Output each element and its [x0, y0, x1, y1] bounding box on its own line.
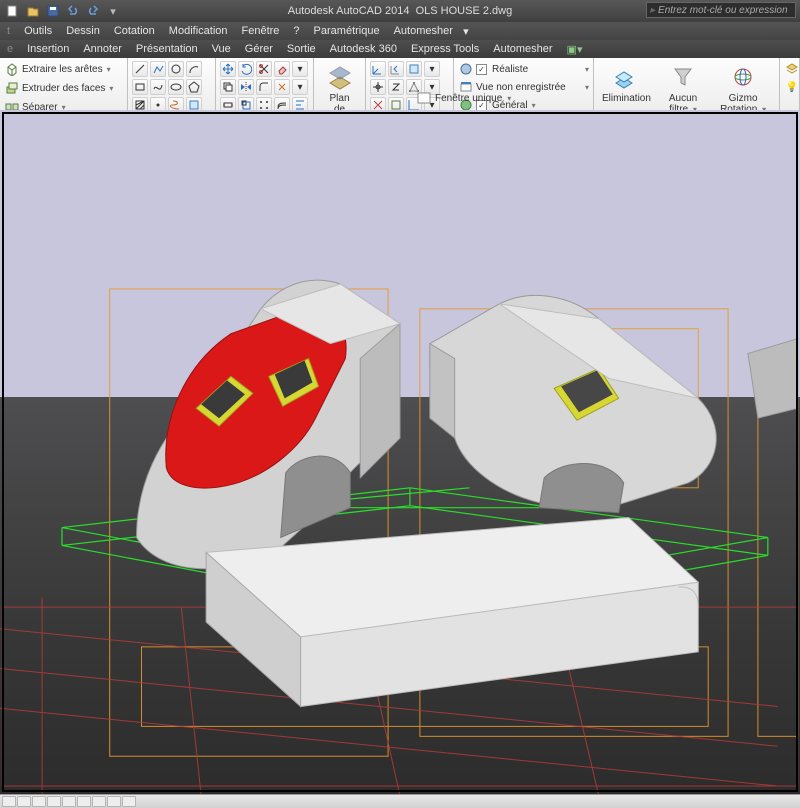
sb-grid-icon[interactable]	[17, 796, 31, 807]
qat-undo-icon[interactable]	[66, 4, 80, 18]
layers-stack-icon	[784, 61, 800, 77]
filter-icon	[669, 63, 697, 91]
line-icon[interactable]	[132, 61, 148, 77]
tab-a360[interactable]: Autodesk 360	[323, 43, 404, 55]
move-icon[interactable]	[220, 61, 236, 77]
extrude-faces-button[interactable]: Extruder des faces ▾	[4, 80, 123, 96]
mirror-icon[interactable]	[238, 79, 254, 95]
realiste-label: Réaliste	[492, 64, 528, 75]
title-bar: ▾ Autodesk AutoCAD 2014 OLS HOUSE 2.dwg …	[0, 0, 800, 22]
elimination-button[interactable]: Elimination	[598, 61, 655, 106]
gizmo-icon	[729, 63, 757, 91]
ribbon-tabs: e Insertion Annoter Présentation Vue Gér…	[0, 40, 800, 58]
qat-redo-icon[interactable]	[86, 4, 100, 18]
tab-gerer[interactable]: Gérer	[238, 43, 280, 55]
arc-icon[interactable]	[186, 61, 202, 77]
lightbulb-icon: 💡	[784, 79, 800, 95]
ellipse-icon[interactable]	[168, 79, 184, 95]
extrude-faces-label: Extruder des faces	[22, 83, 105, 94]
sb-otrack-icon[interactable]	[77, 796, 91, 807]
search-placeholder: Entrez mot-clé ou expression	[658, 5, 788, 16]
menu-help[interactable]: ?	[286, 25, 306, 37]
aucun-filtre-button[interactable]: Aucun filtre ▾	[658, 61, 708, 117]
ucs-world-icon[interactable]	[370, 61, 386, 77]
status-bar	[0, 794, 800, 808]
ucs-prev-icon[interactable]	[388, 61, 404, 77]
copy-icon[interactable]	[220, 79, 236, 95]
menu-parametrique[interactable]: Paramétrique	[307, 25, 387, 37]
trim-icon[interactable]	[256, 61, 272, 77]
section-plane-icon	[326, 63, 354, 91]
sb-ducs-icon[interactable]	[92, 796, 106, 807]
tab-express[interactable]: Express Tools	[404, 43, 486, 55]
tab-annoter[interactable]: Annoter	[76, 43, 129, 55]
menu-cotation[interactable]: Cotation	[107, 25, 162, 37]
extract-edges-button[interactable]: Extraire les arêtes ▾	[4, 61, 123, 77]
elimination-icon	[612, 63, 640, 91]
app-title: Autodesk AutoCAD 2014 OLS HOUSE 2.dwg	[288, 5, 512, 17]
menu-overflow-icon[interactable]: ▾	[460, 25, 472, 38]
tab-insertion[interactable]: Insertion	[20, 43, 76, 55]
sb-osnap-icon[interactable]	[62, 796, 76, 807]
fillet-icon[interactable]	[256, 79, 272, 95]
polygon-icon[interactable]	[186, 79, 202, 95]
qat-save-icon[interactable]	[46, 4, 60, 18]
menu-automesher[interactable]: Automesher	[387, 25, 460, 37]
tab-vue[interactable]: Vue	[205, 43, 238, 55]
tab-sortie[interactable]: Sortie	[280, 43, 323, 55]
qat-open-icon[interactable]	[26, 4, 40, 18]
polyline-icon[interactable]	[150, 61, 166, 77]
more1-icon[interactable]: ▾	[292, 61, 308, 77]
viewport-icon	[416, 90, 432, 106]
cube-edges-icon	[4, 61, 20, 77]
menu-dessin[interactable]: Dessin	[59, 25, 107, 37]
ucs-face-icon[interactable]	[406, 61, 422, 77]
erase-icon[interactable]	[274, 61, 290, 77]
fenetre-unique-dropdown[interactable]: Fenêtre unique▾	[416, 90, 511, 106]
layer-props-row[interactable]: 💡 ☀ 🔓 ▾	[784, 79, 800, 95]
sb-polar-icon[interactable]	[47, 796, 61, 807]
explode-icon[interactable]	[274, 79, 290, 95]
menu-prev[interactable]: t	[0, 25, 17, 37]
model-viewport[interactable]	[0, 110, 800, 794]
extract-edges-label: Extraire les arêtes	[22, 64, 103, 75]
ucs-z-icon[interactable]	[388, 79, 404, 95]
realiste-check[interactable]: ✓	[476, 64, 487, 75]
circle-icon[interactable]	[168, 61, 184, 77]
sb-snap-icon[interactable]	[2, 796, 16, 807]
spline-icon[interactable]	[150, 79, 166, 95]
visual-style-icon[interactable]	[458, 61, 474, 77]
layer-state-dropdown[interactable]: Etat de calque non e	[784, 61, 795, 77]
extrude-icon	[4, 80, 20, 96]
tab-prev[interactable]: e	[0, 43, 20, 55]
menu-bar: t Outils Dessin Cotation Modification Fe…	[0, 22, 800, 40]
search-input[interactable]: ▸ Entrez mot-clé ou expression	[646, 2, 796, 18]
tab-presentation[interactable]: Présentation	[129, 43, 205, 55]
sb-dyn-icon[interactable]	[107, 796, 121, 807]
more2-icon[interactable]: ▾	[292, 79, 308, 95]
rotate-icon[interactable]	[238, 61, 254, 77]
rect-icon[interactable]	[132, 79, 148, 95]
sb-ortho-icon[interactable]	[32, 796, 46, 807]
menu-fenetre[interactable]: Fenêtre	[235, 25, 287, 37]
tab-extra-icon[interactable]: ▣▾	[560, 43, 590, 56]
ucs-named-icon[interactable]: ▾	[424, 61, 440, 77]
menu-outils[interactable]: Outils	[17, 25, 59, 37]
menu-modification[interactable]: Modification	[162, 25, 235, 37]
tab-automesher[interactable]: Automesher	[486, 43, 559, 55]
qat-dropdown-icon[interactable]: ▾	[106, 4, 120, 18]
ucs-origin-icon[interactable]	[370, 79, 386, 95]
model-render	[0, 110, 800, 794]
sb-lw-icon[interactable]	[122, 796, 136, 807]
gizmo-button[interactable]: Gizmo Rotation ▾	[711, 61, 775, 117]
qat-new-icon[interactable]	[6, 4, 20, 18]
